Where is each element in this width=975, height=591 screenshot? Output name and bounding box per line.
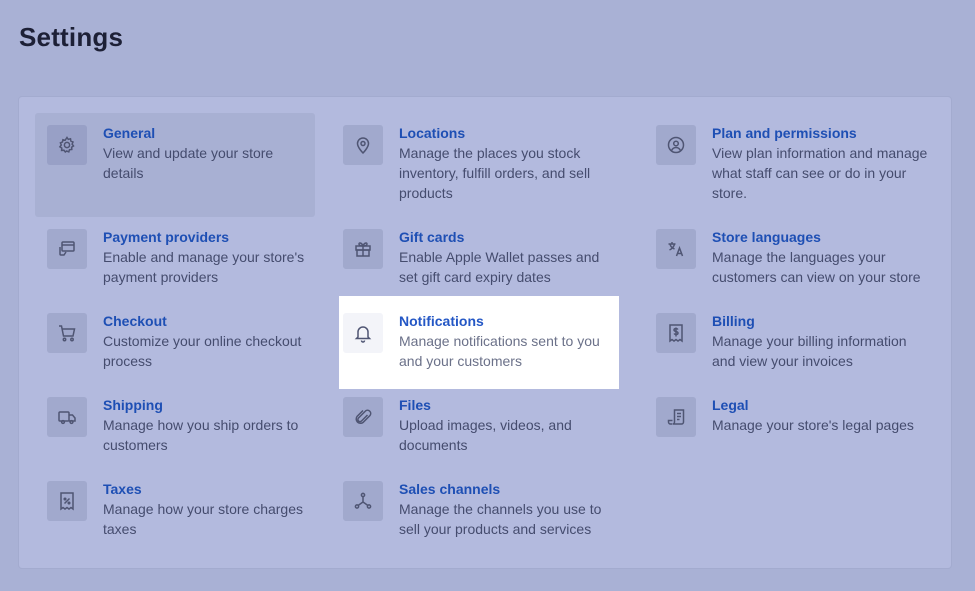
billing-icon (656, 313, 696, 353)
settings-item-files[interactable]: Files Upload images, videos, and documen… (331, 385, 619, 469)
settings-item-title: Shipping (103, 397, 163, 413)
legal-document-icon (656, 397, 696, 437)
settings-item-title: Locations (399, 125, 466, 141)
settings-item-description: Manage your billing information and view… (712, 333, 907, 369)
channels-icon (343, 481, 383, 521)
payment-icon (47, 229, 87, 269)
settings-item-description: Manage the languages your customers can … (712, 249, 921, 285)
settings-item-description: Upload images, videos, and documents (399, 417, 572, 453)
page-title: Settings (19, 22, 124, 52)
settings-item-description: Enable Apple Wallet passes and set gift … (399, 249, 600, 285)
settings-item-notifications[interactable]: Notifications Manage notifications sent … (339, 296, 619, 389)
settings-item-description: Manage the places you stock inventory, f… (399, 145, 591, 201)
settings-item-description: View and update your store details (103, 145, 274, 181)
settings-item-payment-providers[interactable]: Payment providers Enable and manage your… (35, 217, 315, 301)
settings-item-checkout[interactable]: Checkout Customize your online checkout … (35, 301, 315, 385)
settings-item-title: Files (399, 397, 431, 413)
settings-item-description: Manage how your store charges taxes (103, 501, 303, 537)
settings-item-description: Manage how you ship orders to customers (103, 417, 299, 453)
settings-item-description: Manage the channels you use to sell your… (399, 501, 602, 537)
settings-item-billing[interactable]: Billing Manage your billing information … (644, 301, 944, 385)
settings-item-general[interactable]: General View and update your store detai… (35, 113, 315, 217)
settings-item-description: View plan information and manage what st… (712, 145, 928, 201)
gear-icon (47, 125, 87, 165)
settings-item-title: Sales channels (399, 481, 501, 497)
cart-icon (47, 313, 87, 353)
settings-item-description: Manage your store's legal pages (712, 417, 914, 433)
settings-item-legal[interactable]: Legal Manage your store's legal pages (644, 385, 944, 469)
settings-item-plan-and-permissions[interactable]: Plan and permissions View plan informati… (644, 113, 944, 217)
settings-item-title: Billing (712, 313, 755, 329)
settings-item-taxes[interactable]: Taxes Manage how your store charges taxe… (35, 469, 315, 553)
settings-item-title: General (103, 125, 156, 141)
settings-card: General View and update your store detai… (18, 96, 952, 569)
settings-item-gift-cards[interactable]: Gift cards Enable Apple Wallet passes an… (331, 217, 619, 301)
user-circle-icon (656, 125, 696, 165)
settings-item-title: Taxes (103, 481, 142, 497)
settings-item-sales-channels[interactable]: Sales channels Manage the channels you u… (331, 469, 619, 553)
settings-item-title: Store languages (712, 229, 821, 245)
settings-item-description: Manage notifications sent to you and you… (399, 333, 600, 369)
truck-icon (47, 397, 87, 437)
location-pin-icon (343, 125, 383, 165)
settings-item-title: Legal (712, 397, 749, 413)
settings-item-description: Customize your online checkout process (103, 333, 302, 369)
tax-receipt-icon (47, 481, 87, 521)
paperclip-icon (343, 397, 383, 437)
settings-item-title: Gift cards (399, 229, 465, 245)
gift-icon (343, 229, 383, 269)
settings-item-locations[interactable]: Locations Manage the places you stock in… (331, 113, 619, 217)
settings-item-store-languages[interactable]: Store languages Manage the languages you… (644, 217, 944, 301)
settings-item-title: Notifications (399, 313, 484, 329)
settings-item-title: Plan and permissions (712, 125, 857, 141)
settings-item-title: Payment providers (103, 229, 230, 245)
translate-icon (656, 229, 696, 269)
settings-item-shipping[interactable]: Shipping Manage how you ship orders to c… (35, 385, 315, 469)
settings-item-title: Checkout (103, 313, 167, 329)
settings-item-description: Enable and manage your store's payment p… (103, 249, 305, 285)
bell-icon (343, 313, 383, 353)
